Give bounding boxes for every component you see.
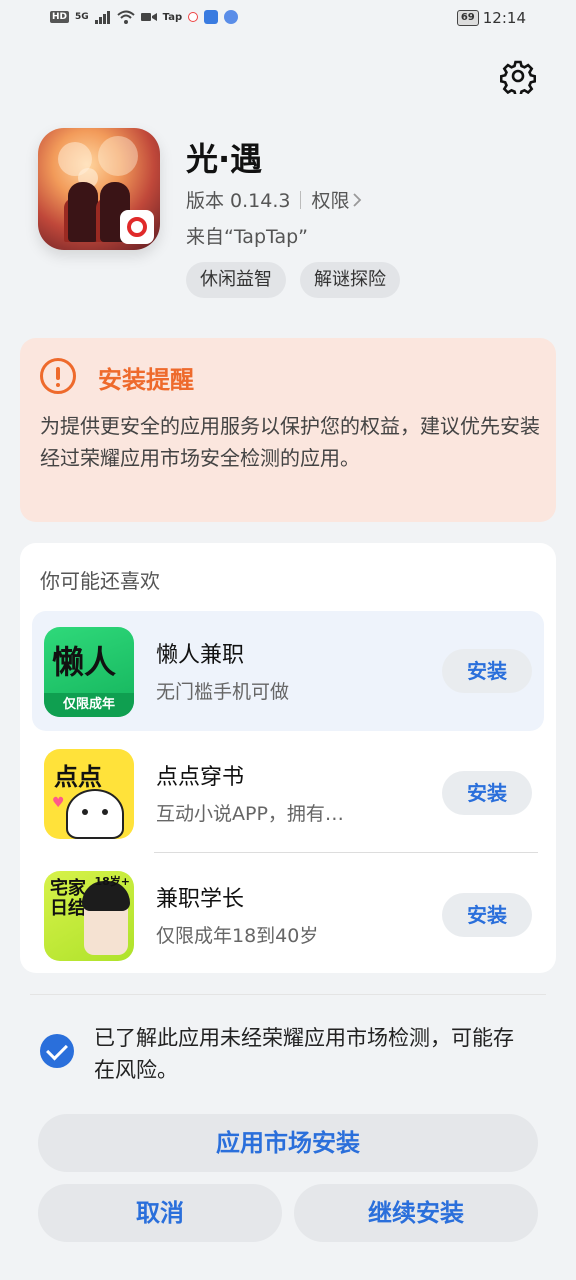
battery-icon: 69	[456, 10, 479, 26]
status-right: 69 12:14	[456, 9, 526, 27]
app-thumbnail: 懒人 仅限成年	[44, 627, 134, 717]
thumbnail-text: 懒人	[52, 643, 117, 681]
app-name: 兼职学长	[156, 887, 245, 912]
app-title: 光·遇	[186, 140, 263, 178]
section-divider	[30, 994, 546, 995]
app-name: 点点穿书	[156, 765, 245, 790]
warning-text: 为提供更安全的应用服务以保护您的权益，建议优先安装经过荣耀应用市场安全检测的应用…	[40, 414, 540, 470]
cancel-button[interactable]: 取消	[38, 1184, 282, 1242]
app-version: 版本 0.14.3	[186, 190, 291, 212]
signal-icon	[94, 11, 110, 24]
consent-text: 已了解此应用未经荣耀应用市场检测，可能存在风险。	[94, 1026, 514, 1082]
app-icon	[38, 128, 160, 250]
gear-icon[interactable]	[500, 58, 536, 94]
bear-icon	[66, 789, 124, 839]
thumbnail-text: 点点	[54, 763, 102, 791]
clock: 12:14	[482, 9, 526, 27]
status-left: HD 5G Tap	[50, 10, 239, 24]
thumbnail-strip: 仅限成年	[44, 693, 134, 717]
list-divider	[154, 852, 538, 853]
app-name: 懒人兼职	[156, 643, 245, 668]
install-button[interactable]: 安装	[442, 771, 532, 815]
tag-item[interactable]: 休闲益智	[186, 262, 286, 298]
tag-item[interactable]: 解谜探险	[300, 262, 400, 298]
music-icon	[224, 10, 239, 24]
permission-link[interactable]: 权限	[311, 186, 361, 213]
age-badge: 18岁+	[94, 875, 130, 888]
publisher-logo	[120, 210, 154, 244]
signal-type: 5G	[75, 12, 89, 22]
meta-divider	[300, 190, 302, 209]
install-button[interactable]: 安装	[442, 649, 532, 693]
status-bar: HD 5G Tap 69 12:14	[0, 0, 576, 40]
warning-title: 安装提醒	[98, 366, 194, 394]
app-thumbnail: 点点 ♥	[44, 749, 134, 839]
install-button[interactable]: 安装	[442, 893, 532, 937]
network-type: HD	[50, 11, 70, 23]
wifi-icon	[117, 10, 135, 24]
chevron-right-icon	[352, 192, 361, 207]
continue-install-button[interactable]: 继续安装	[294, 1184, 538, 1242]
video-icon	[140, 13, 157, 21]
heart-icon: ♥	[52, 795, 65, 811]
app-notification-icon	[188, 12, 199, 22]
warning-icon	[40, 358, 76, 394]
app-meta: 版本 0.14.3 权限	[186, 186, 362, 213]
consent-checkbox[interactable]	[40, 1034, 74, 1068]
recommendations-title: 你可能还喜欢	[40, 569, 160, 593]
list-item[interactable]: 点点 ♥ 点点穿书 互动小说APP，拥有… 安装	[32, 733, 544, 853]
list-item[interactable]: 宅家日结 18岁+ 兼职学长 仅限成年18到40岁 安装	[32, 855, 544, 975]
app-thumbnail: 宅家日结 18岁+	[44, 871, 134, 961]
permission-label: 权限	[311, 190, 350, 212]
app-desc: 仅限成年18到40岁	[156, 925, 319, 947]
app-desc: 无门槛手机可做	[156, 681, 290, 703]
list-item[interactable]: 懒人 仅限成年 懒人兼职 无门槛手机可做 安装	[32, 611, 544, 731]
app-source: 来自“TapTap”	[186, 226, 309, 248]
market-install-button[interactable]: 应用市场安装	[38, 1114, 538, 1172]
tap-indicator: Tap	[162, 11, 183, 23]
install-warning-card: 安装提醒 为提供更安全的应用服务以保护您的权益，建议优先安装经过荣耀应用市场安全…	[20, 338, 556, 522]
browser-icon	[204, 10, 219, 24]
tag-list: 休闲益智 解谜探险	[186, 262, 400, 298]
recommendations-card: 你可能还喜欢 懒人 仅限成年 懒人兼职 无门槛手机可做 安装 点点 ♥ 点点穿书…	[20, 543, 556, 973]
app-desc: 互动小说APP，拥有…	[156, 803, 344, 825]
